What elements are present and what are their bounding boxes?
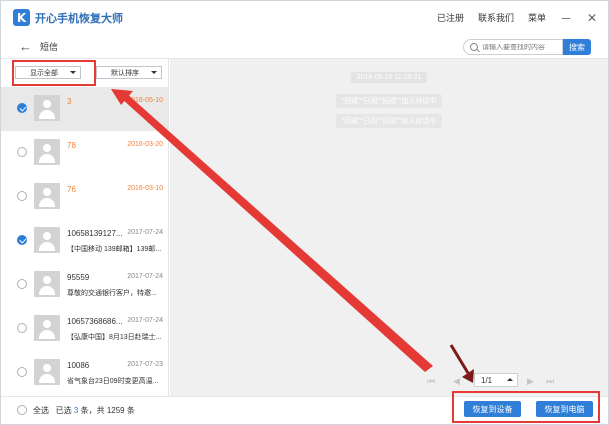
app-window: K 开心手机恢复大师 已注册 联系我们 菜单 ─ ✕ ← 短信 搜索 显示全部 …: [0, 0, 609, 425]
dark-arrow: [449, 344, 470, 374]
red-arrow: [122, 93, 433, 372]
annotation-arrows: [111, 89, 474, 383]
